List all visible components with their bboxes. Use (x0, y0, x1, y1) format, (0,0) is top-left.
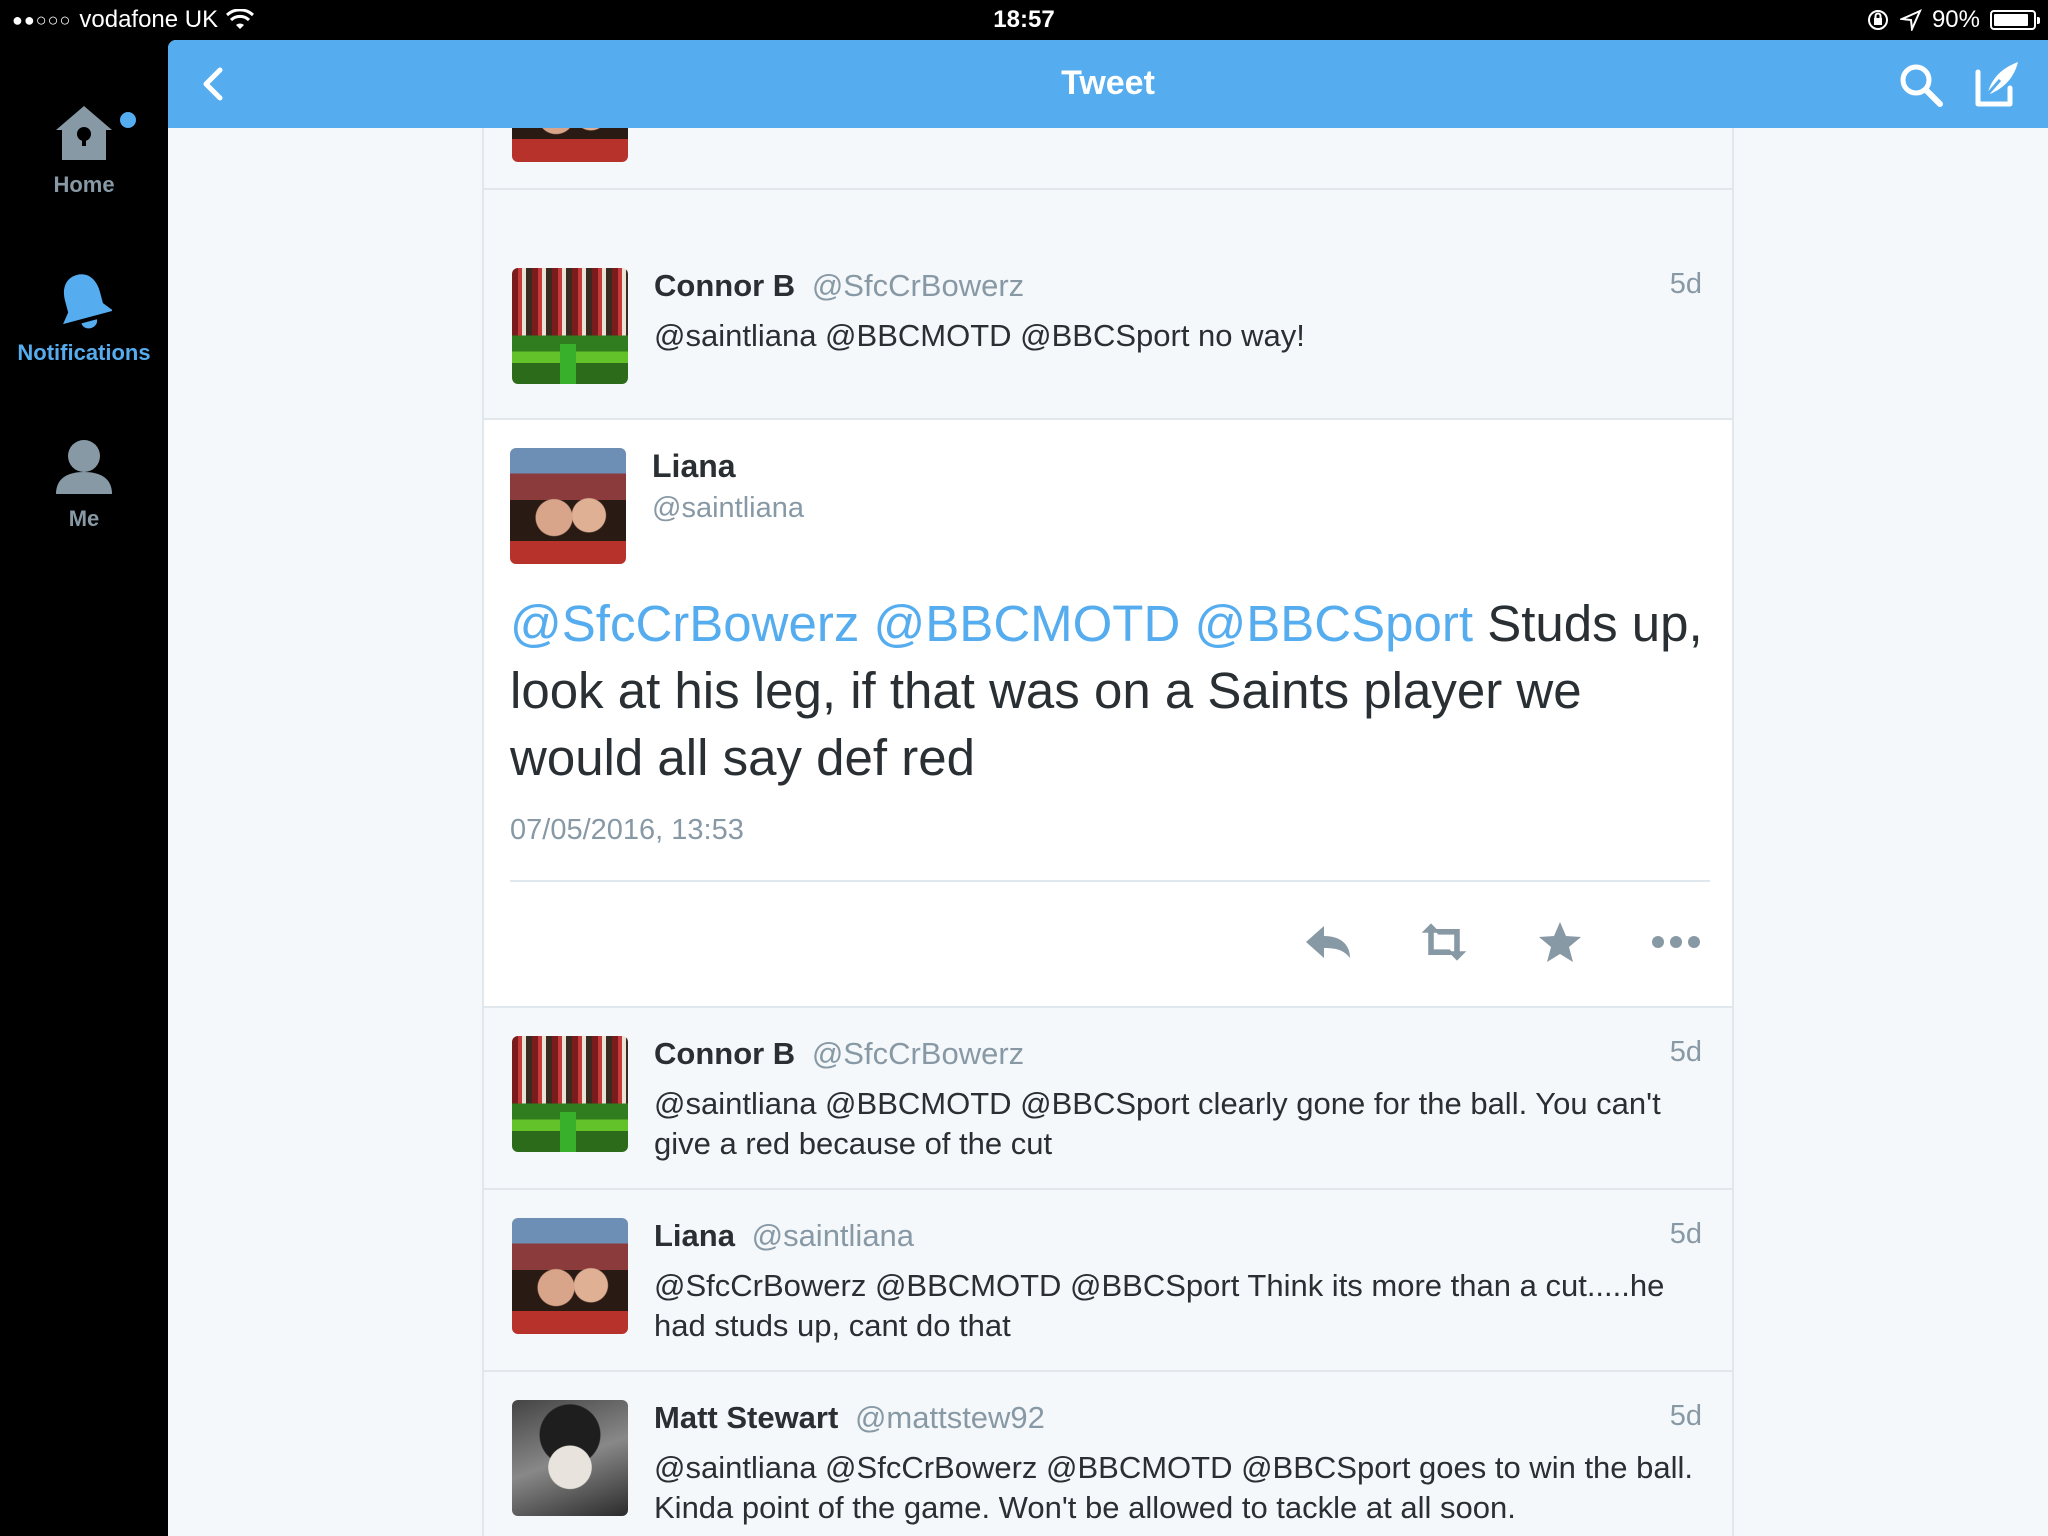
sidebar-item-label: Home (53, 172, 115, 197)
sidebar: Home Notifications Me (0, 40, 168, 1536)
author-handle: @saintliana (751, 1218, 915, 1253)
author-name: Liana (654, 1218, 735, 1253)
tweet-actions (1302, 918, 1702, 966)
sidebar-item-home[interactable]: Home (0, 104, 168, 198)
tweet-text: @saintliana @SfcCrBowerz @BBCMOTD @BBCSp… (654, 1450, 1694, 1525)
sidebar-item-label: Me (68, 506, 100, 531)
tweet-item[interactable]: Liana @saintliana 5d @SfcCrBowerz @BBCMO… (484, 1190, 1732, 1372)
status-right: 90% (1866, 6, 2040, 34)
tweet-timestamp: 07/05/2016, 13:53 (510, 814, 744, 846)
author-name: Matt Stewart (654, 1400, 839, 1435)
mention-link[interactable]: @BBCMOTD (874, 595, 1181, 652)
tweet-item[interactable]: Connor B @SfcCrBowerz 5d @saintliana @BB… (484, 1008, 1732, 1190)
avatar[interactable] (512, 1218, 628, 1334)
retweet-icon[interactable] (1418, 918, 1470, 966)
author-handle: @SfcCrBowerz (811, 268, 1025, 303)
more-icon[interactable] (1650, 918, 1702, 966)
focused-tweet: Liana @saintliana @SfcCrBowerz @BBCMOTD … (484, 420, 1732, 1008)
tweet-age: 5d (1669, 1400, 1702, 1432)
tweet-header: Matt Stewart @mattstew92 (654, 1400, 1045, 1436)
author-name: Connor B (654, 1036, 796, 1071)
tweet-thread[interactable]: Connor B @SfcCrBowerz 5d @saintliana @BB… (482, 40, 1734, 1536)
tweet-age: 5d (1669, 1218, 1702, 1250)
favorite-star-icon[interactable] (1534, 918, 1586, 966)
search-icon[interactable] (1896, 60, 1944, 108)
sidebar-item-me[interactable]: Me (0, 438, 168, 532)
tweet-age: 5d (1669, 1036, 1702, 1068)
tweet-item[interactable]: Connor B @SfcCrBowerz 5d @saintliana @BB… (484, 240, 1732, 420)
page-title: Tweet (1061, 64, 1155, 102)
avatar[interactable] (512, 1036, 628, 1152)
avatar[interactable] (512, 268, 628, 384)
sidebar-item-label: Notifications (17, 340, 151, 365)
avatar[interactable] (510, 448, 626, 564)
tweet-text: @SfcCrBowerz @BBCMOTD @BBCSport Think it… (654, 1268, 1665, 1343)
tweet-header: Liana @saintliana (654, 1218, 914, 1254)
ipad-screen: ●●○○○ vodafone UK 18:57 90% Home Notific… (0, 0, 2048, 1536)
bell-icon (63, 274, 112, 329)
divider (510, 880, 1710, 882)
sidebar-item-notifications[interactable]: Notifications (0, 272, 168, 366)
mention-link[interactable]: @SfcCrBowerz (510, 595, 859, 652)
compose-tweet-icon[interactable] (1970, 58, 2022, 110)
tweet-text: @saintliana @BBCMOTD @BBCSport no way! (654, 318, 1305, 353)
mention-link[interactable]: @BBCSport (1194, 595, 1473, 652)
main-panel: Connor B @SfcCrBowerz 5d @saintliana @BB… (168, 40, 2048, 1536)
location-arrow-icon (1899, 9, 1922, 31)
tweet-text: @saintliana @BBCMOTD @BBCSport clearly g… (654, 1086, 1661, 1161)
tweet-age: 5d (1669, 268, 1702, 300)
reply-icon[interactable] (1302, 918, 1354, 966)
status-bar: ●●○○○ vodafone UK 18:57 90% (0, 0, 2048, 40)
avatar[interactable] (512, 1400, 628, 1516)
focused-tweet-text: @SfcCrBowerz @BBCMOTD @BBCSport Studs up… (510, 590, 1710, 791)
author-handle: @SfcCrBowerz (811, 1036, 1025, 1071)
tweet-item[interactable]: Matt Stewart @mattstew92 5d @saintliana … (484, 1372, 1732, 1536)
home-icon (56, 106, 112, 160)
author-name: Connor B (654, 268, 796, 303)
navigation-bar: Tweet (168, 40, 2048, 128)
battery-fill (1994, 14, 2029, 26)
rotation-lock-icon (1867, 10, 1888, 30)
unread-indicator (120, 112, 136, 128)
battery-percent: 90% (1931, 6, 1980, 33)
tweet-header: Connor B @SfcCrBowerz (654, 1036, 1024, 1072)
battery-icon (1990, 10, 2040, 30)
author-handle: @mattstew92 (854, 1400, 1045, 1435)
tweet-header: Connor B @SfcCrBowerz (654, 268, 1024, 304)
author-name[interactable]: Liana (652, 448, 736, 485)
status-time: 18:57 (993, 6, 1055, 33)
person-icon (56, 440, 112, 494)
author-handle[interactable]: @saintliana (652, 492, 804, 525)
